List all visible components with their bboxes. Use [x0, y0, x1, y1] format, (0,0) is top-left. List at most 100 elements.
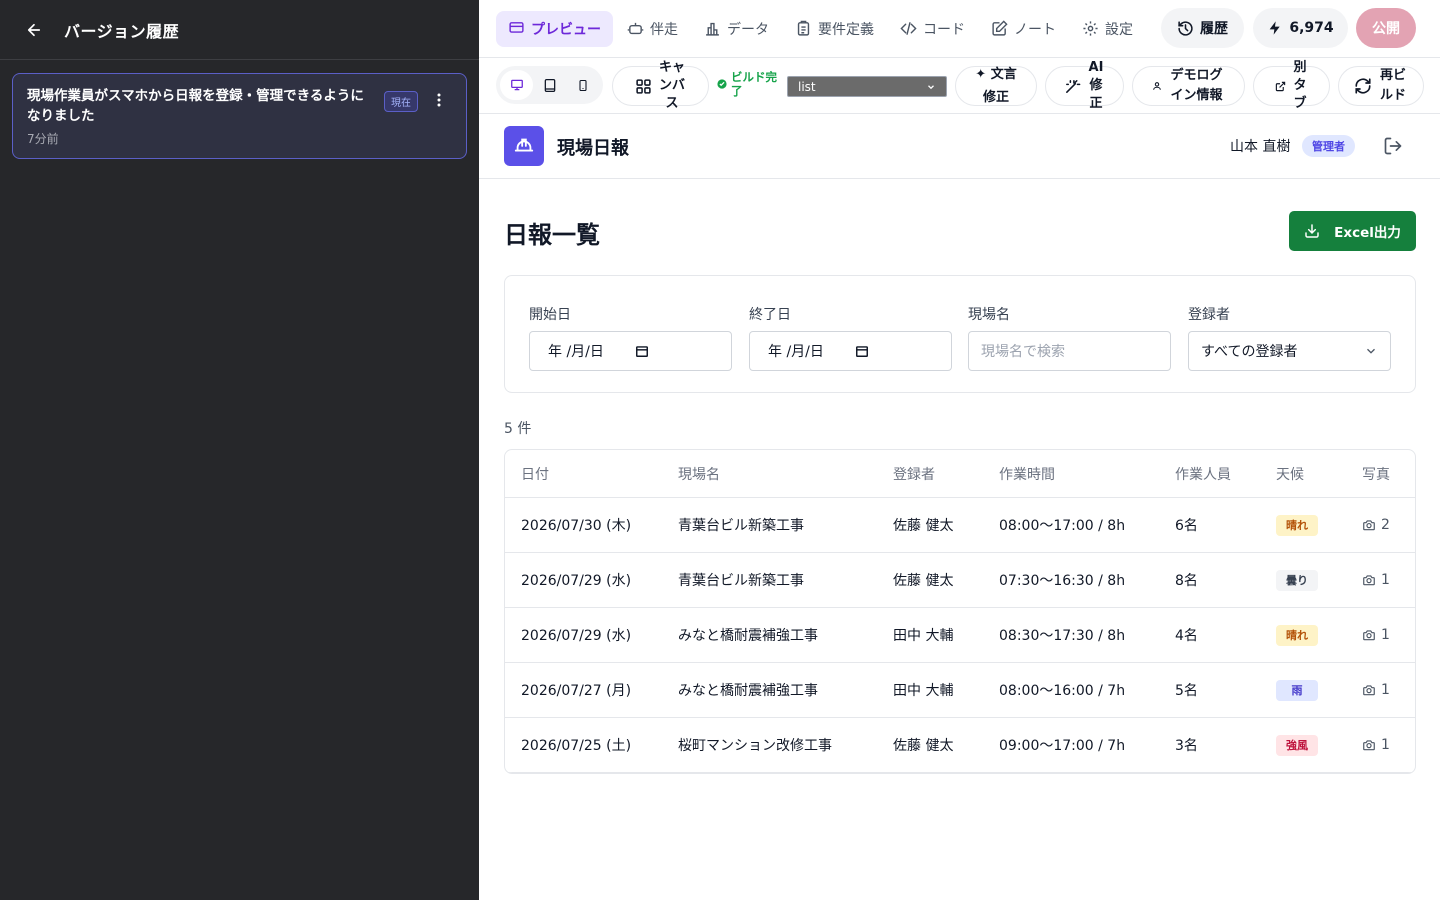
table-row[interactable]: 2026/07/27 (月) みなと橋耐震補強工事 田中 大輔 08:00〜16… [505, 663, 1415, 718]
canvas-label: キャンバス [658, 60, 685, 111]
site-name-label: 現場名 [968, 307, 1010, 323]
canvas-button[interactable]: キャンバス [612, 60, 709, 111]
header-workers: 作業人員 [1175, 466, 1231, 483]
history-button[interactable]: 履歴 [1161, 8, 1244, 48]
report-table: 日付 現場名 登録者 作業時間 作業人員 天候 写真 2026/07/30 (木… [504, 449, 1416, 774]
download-icon [1305, 224, 1319, 238]
weather-badge: 曇り [1276, 569, 1318, 591]
cell-registrant: 田中 大輔 [893, 683, 954, 699]
header-photos: 写真 [1362, 466, 1390, 483]
table-row[interactable]: 2026/07/29 (水) 青葉台ビル新築工事 佐藤 健太 07:30〜16:… [505, 553, 1415, 608]
preview-toolbar: キャンバス ビルド完了 list ✦ 文言修正 AI修正 デモログイン情報 別タ… [479, 57, 1440, 114]
code-icon [900, 22, 917, 35]
weather-badge: 雨 [1276, 679, 1318, 701]
version-history-header: バージョン履歴 [0, 0, 479, 60]
tab-label: ノート [1014, 21, 1056, 38]
photo-count-value: 1 [1381, 682, 1390, 698]
site-name-group: 現場名 現場名で検索 [968, 304, 1171, 371]
cell-photos: 1 [1362, 553, 1390, 607]
device-switcher [496, 66, 603, 104]
text-fix-button[interactable]: ✦ 文言修正 [955, 66, 1037, 106]
photo-count-value: 1 [1381, 737, 1390, 753]
cell-date: 2026/07/25 (土) [521, 738, 632, 754]
calendar-icon [856, 346, 868, 357]
cell-hours: 09:00〜17:00 / 7h [999, 738, 1126, 754]
demo-login-button[interactable]: デモログイン情報 [1132, 66, 1245, 106]
excel-export-button[interactable]: Excel出力 [1289, 211, 1416, 251]
photo-count: 1 [1362, 737, 1390, 753]
header-date: 日付 [521, 466, 549, 483]
page-select[interactable]: list [787, 76, 947, 97]
magic-wand-icon [1066, 79, 1081, 93]
publish-button[interactable]: 公開 [1356, 8, 1416, 48]
tab-code[interactable]: コード [888, 11, 977, 47]
open-new-tab-button[interactable]: 別タブ [1253, 60, 1330, 111]
cell-registrant: 田中 大輔 [893, 628, 954, 644]
logout-icon[interactable] [1383, 136, 1403, 156]
photo-count: 1 [1362, 682, 1390, 698]
result-count: 5 件 [504, 421, 532, 437]
cell-weather: 雨 [1276, 663, 1318, 717]
demo-login-label: デモログイン情報 [1170, 68, 1223, 103]
desktop-view-button[interactable] [500, 70, 533, 100]
refresh-icon [1355, 78, 1371, 94]
cell-date: 2026/07/30 (木) [521, 518, 632, 534]
new-tab-label: 別タブ [1293, 60, 1307, 111]
external-link-icon [1275, 81, 1286, 91]
credits-button[interactable]: 6,974 [1253, 8, 1348, 48]
site-name-placeholder: 現場名で検索 [981, 344, 1065, 360]
preview-panel: プレビュー 伴走 データ 要件定義 コード ノート 設定 履歴 6,974 公開… [479, 0, 1440, 900]
cell-photos: 1 [1362, 608, 1390, 662]
site-name-input[interactable]: 現場名で検索 [968, 331, 1171, 371]
version-message: 現場作業員がスマホから日報を登録・管理できるようになりました [27, 88, 364, 124]
cell-weather: 晴れ [1276, 608, 1318, 662]
cell-site: 桜町マンション改修工事 [678, 738, 832, 754]
tab-notes[interactable]: ノート [979, 11, 1068, 47]
chevron-down-icon [928, 84, 934, 89]
cell-registrant: 佐藤 健太 [893, 573, 954, 589]
user-name: 山本 直樹 [1230, 139, 1291, 155]
tab-requirements[interactable]: 要件定義 [783, 11, 886, 47]
back-arrow-icon[interactable] [22, 18, 46, 42]
table-row[interactable]: 2026/07/25 (土) 桜町マンション改修工事 佐藤 健太 09:00〜1… [505, 718, 1415, 773]
credits-value: 6,974 [1289, 20, 1334, 36]
start-date-input[interactable]: 年 /月/日 [529, 331, 732, 371]
tablet-view-button[interactable] [533, 70, 566, 100]
filter-panel: 開始日 年 /月/日 終了日 年 /月/日 現場名 現場名で検索 登録者 すべて… [504, 275, 1416, 393]
build-status: ビルド完了 [717, 70, 783, 98]
cell-photos: 2 [1362, 498, 1390, 552]
weather-badge: 強風 [1276, 734, 1318, 756]
cell-weather: 強風 [1276, 718, 1318, 772]
history-icon [1178, 20, 1193, 36]
end-date-label: 終了日 [749, 307, 791, 323]
tab-data[interactable]: データ [692, 11, 781, 47]
more-vertical-icon[interactable] [431, 90, 447, 110]
header-hours: 作業時間 [999, 466, 1055, 483]
tab-settings[interactable]: 設定 [1070, 11, 1145, 47]
table-row[interactable]: 2026/07/30 (木) 青葉台ビル新築工事 佐藤 健太 08:00〜17:… [505, 498, 1415, 553]
tab-preview[interactable]: プレビュー [496, 10, 613, 47]
start-date-group: 開始日 年 /月/日 [529, 304, 732, 371]
registrant-group: 登録者 すべての登録者 [1188, 304, 1391, 371]
header-weather: 天候 [1276, 466, 1304, 483]
camera-icon [1363, 520, 1375, 531]
rebuild-button[interactable]: 再ビルド [1338, 66, 1424, 106]
mobile-view-button[interactable] [566, 70, 599, 100]
cell-date: 2026/07/29 (水) [521, 628, 632, 644]
table-header: 日付 現場名 登録者 作業時間 作業人員 天候 写真 [505, 450, 1415, 498]
edit-icon [992, 20, 1008, 36]
ai-fix-button[interactable]: AI修正 [1045, 60, 1124, 111]
calendar-icon [636, 346, 648, 357]
camera-icon [1363, 630, 1375, 641]
clipboard-icon [797, 20, 810, 36]
cell-site: みなと橋耐震補強工事 [678, 683, 818, 699]
cell-registrant: 佐藤 健太 [893, 738, 954, 754]
tab-companion[interactable]: 伴走 [615, 11, 690, 47]
photo-count: 1 [1362, 627, 1390, 643]
photo-count-value: 1 [1381, 627, 1390, 643]
version-card[interactable]: 現場作業員がスマホから日報を登録・管理できるようになりました 7分前 現在 [12, 73, 467, 159]
gear-icon [1083, 21, 1098, 36]
table-row[interactable]: 2026/07/29 (水) みなと橋耐震補強工事 田中 大輔 08:30〜17… [505, 608, 1415, 663]
end-date-input[interactable]: 年 /月/日 [749, 331, 952, 371]
registrant-select[interactable]: すべての登録者 [1188, 331, 1391, 371]
